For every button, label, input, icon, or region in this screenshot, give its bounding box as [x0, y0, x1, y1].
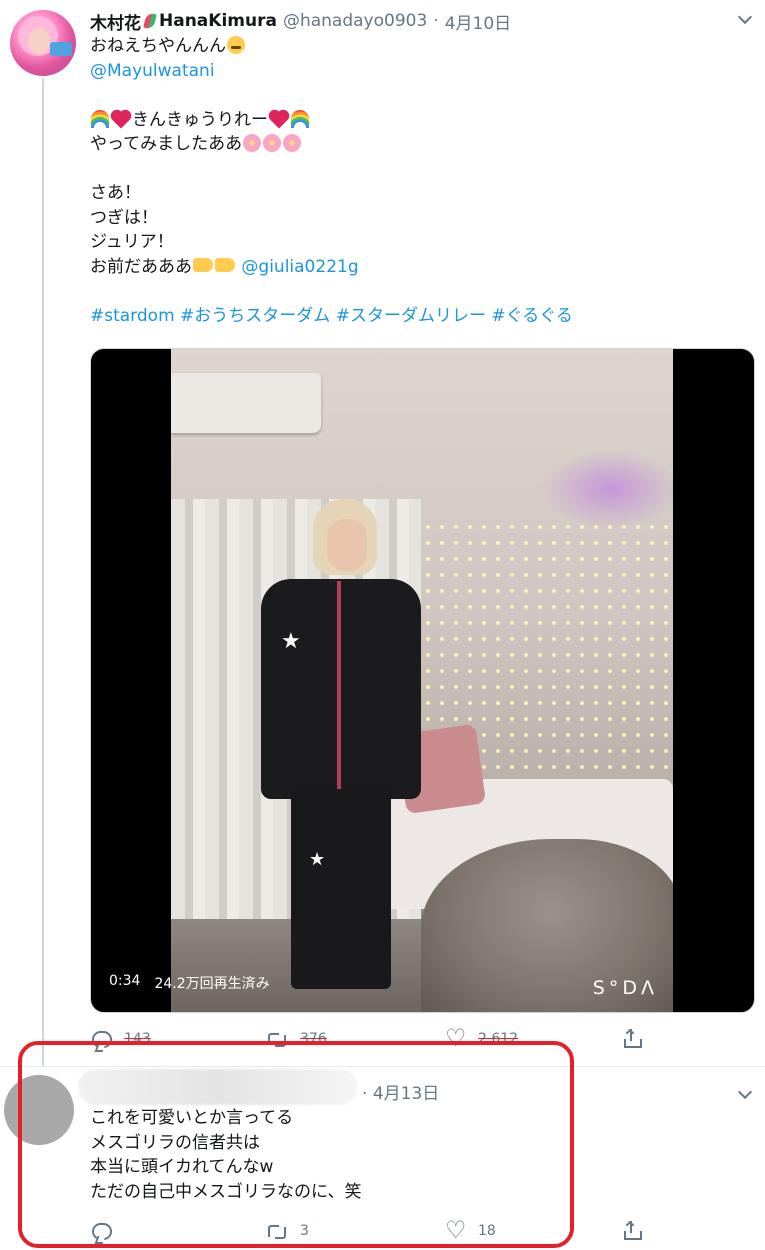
- share-button[interactable]: [622, 1216, 642, 1246]
- display-name-en[interactable]: HanaKimura: [159, 11, 277, 31]
- retweet-button[interactable]: 3: [266, 1216, 309, 1246]
- text-giulia: ジュリア！: [90, 232, 174, 252]
- redacted-username: [78, 1069, 358, 1105]
- leaf-icon: [144, 12, 156, 30]
- video-player[interactable]: ★ ★ 0:34 24.2万回再生済み S°DΛ: [90, 348, 755, 1013]
- text-you: お前だあああ: [90, 256, 192, 277]
- text-line: お前だあああ @giulia0221g: [90, 255, 750, 280]
- thread-line: [42, 78, 44, 1078]
- avatar[interactable]: [4, 1075, 74, 1145]
- video-watermark: S°DΛ: [592, 977, 658, 999]
- retweet-button[interactable]: 376: [266, 1024, 327, 1054]
- like-count: 18: [478, 1223, 496, 1239]
- text-done: やってみましたああ: [90, 134, 243, 154]
- face-emoji: [227, 36, 245, 54]
- text-saa: さあ！: [90, 183, 141, 203]
- share-icon: [622, 1028, 642, 1049]
- avatar-tag: [50, 42, 72, 56]
- purple-light: [541, 449, 673, 529]
- retweet-count: 3: [300, 1223, 309, 1239]
- tweet-actions: 143 376 2,612: [90, 1024, 650, 1054]
- retweet-icon: [266, 1031, 288, 1047]
- reply-icon: [92, 1222, 112, 1240]
- header-separator: ·: [362, 1084, 368, 1104]
- tweet-date[interactable]: · 4月13日: [362, 1079, 439, 1104]
- pointing-emoji: [193, 257, 213, 272]
- reply-button[interactable]: 143: [92, 1024, 151, 1054]
- pointing-emoji: [215, 257, 235, 272]
- text-next: つぎは！: [90, 207, 158, 228]
- rainbow-emoji: [91, 109, 109, 128]
- avatar-face: [28, 28, 50, 54]
- person-face: [327, 519, 367, 571]
- chevron-down-icon[interactable]: [738, 1087, 752, 1101]
- blossom-emoji: [283, 134, 302, 152]
- retweet-count: 376: [300, 1031, 327, 1047]
- hashtag-list: #stardom #おうちスターダム #スターダムリレー #ぐるぐる: [90, 304, 750, 329]
- tweet-date[interactable]: 4月10日: [445, 9, 511, 34]
- tweet-reply[interactable]: · 4月13日 これを可愛いとか言ってる メスゴリラの信者共は 本当に頭イカれて…: [0, 1067, 765, 1250]
- text-line: ただの自己中メスゴリラなのに、笑: [90, 1181, 362, 1202]
- text-line: やってみましたああ: [90, 132, 750, 157]
- video-duration: 0:34: [109, 973, 141, 989]
- text-relay: きんきゅうりれー: [132, 109, 268, 130]
- hashtag-link[interactable]: #ぐるぐる: [491, 306, 573, 326]
- text-line: きんきゅうりれー: [90, 108, 750, 133]
- tweet-text: これを可愛いとか言ってる メスゴリラの信者共は 本当に頭イカれてんなw ただの自…: [90, 1106, 570, 1204]
- reply-icon: [92, 1030, 112, 1048]
- video-info: 0:34 24.2万回再生済み: [109, 973, 270, 993]
- share-button[interactable]: [622, 1024, 642, 1054]
- star-logo-icon: ★: [309, 849, 326, 870]
- person-jacket: [261, 579, 421, 799]
- user-handle[interactable]: @hanadayo0903: [283, 11, 427, 31]
- tweet-actions: 3 18: [90, 1216, 650, 1246]
- avatar[interactable]: [10, 10, 76, 76]
- mention-link[interactable]: @giulia0221g: [241, 257, 358, 277]
- video-frame: ★ ★: [171, 349, 673, 1012]
- reply-button[interactable]: [92, 1216, 112, 1246]
- tweet-text: おねえちやんんん @Mayulwatani きんきゅうりれー やってみましたああ…: [90, 34, 750, 328]
- person: ★ ★: [241, 499, 431, 999]
- person-pants: [291, 789, 391, 989]
- air-conditioner: [171, 373, 321, 433]
- retweet-icon: [266, 1223, 288, 1239]
- star-logo-icon: ★: [281, 629, 301, 654]
- person-zipper: [337, 581, 341, 801]
- video-views: 24.2万回再生済み: [154, 976, 270, 992]
- hashtag-link[interactable]: #スターダムリレー: [336, 306, 486, 326]
- reply-date[interactable]: 4月13日: [373, 1084, 439, 1104]
- like-button[interactable]: 18: [445, 1216, 496, 1246]
- text-line: おねえちやんんん: [90, 34, 750, 59]
- header-separator: ·: [433, 11, 439, 31]
- rainbow-emoji: [291, 109, 309, 128]
- like-icon: [445, 1024, 467, 1052]
- text-line: メスゴリラの信者共は: [90, 1132, 260, 1153]
- share-icon: [622, 1220, 642, 1241]
- text-line: これを可愛いとか言ってる: [90, 1108, 294, 1128]
- tweet-header: 木村花 HanaKimura @hanadayo0903 · 4月10日: [90, 8, 511, 34]
- reply-count: 143: [124, 1031, 151, 1047]
- display-name[interactable]: 木村花: [90, 9, 141, 34]
- heart-emoji: [270, 111, 288, 128]
- tweet-original[interactable]: 木村花 HanaKimura @hanadayo0903 · 4月10日 おねえ…: [0, 0, 765, 1078]
- blossom-emoji: [263, 134, 282, 152]
- heart-emoji: [112, 111, 130, 128]
- chevron-down-icon[interactable]: [738, 12, 752, 26]
- like-button[interactable]: 2,612: [445, 1024, 519, 1054]
- hashtag-link[interactable]: #おうちスターダム: [180, 306, 330, 326]
- blossom-emoji: [243, 134, 262, 152]
- hashtag-link[interactable]: #stardom: [90, 306, 175, 326]
- like-count: 2,612: [478, 1031, 519, 1047]
- text-line: 本当に頭イカれてんなw: [90, 1157, 274, 1177]
- mention-link[interactable]: @Mayulwatani: [90, 59, 750, 84]
- text-greeting: おねえちやんんん: [90, 36, 226, 56]
- like-icon: [445, 1216, 467, 1244]
